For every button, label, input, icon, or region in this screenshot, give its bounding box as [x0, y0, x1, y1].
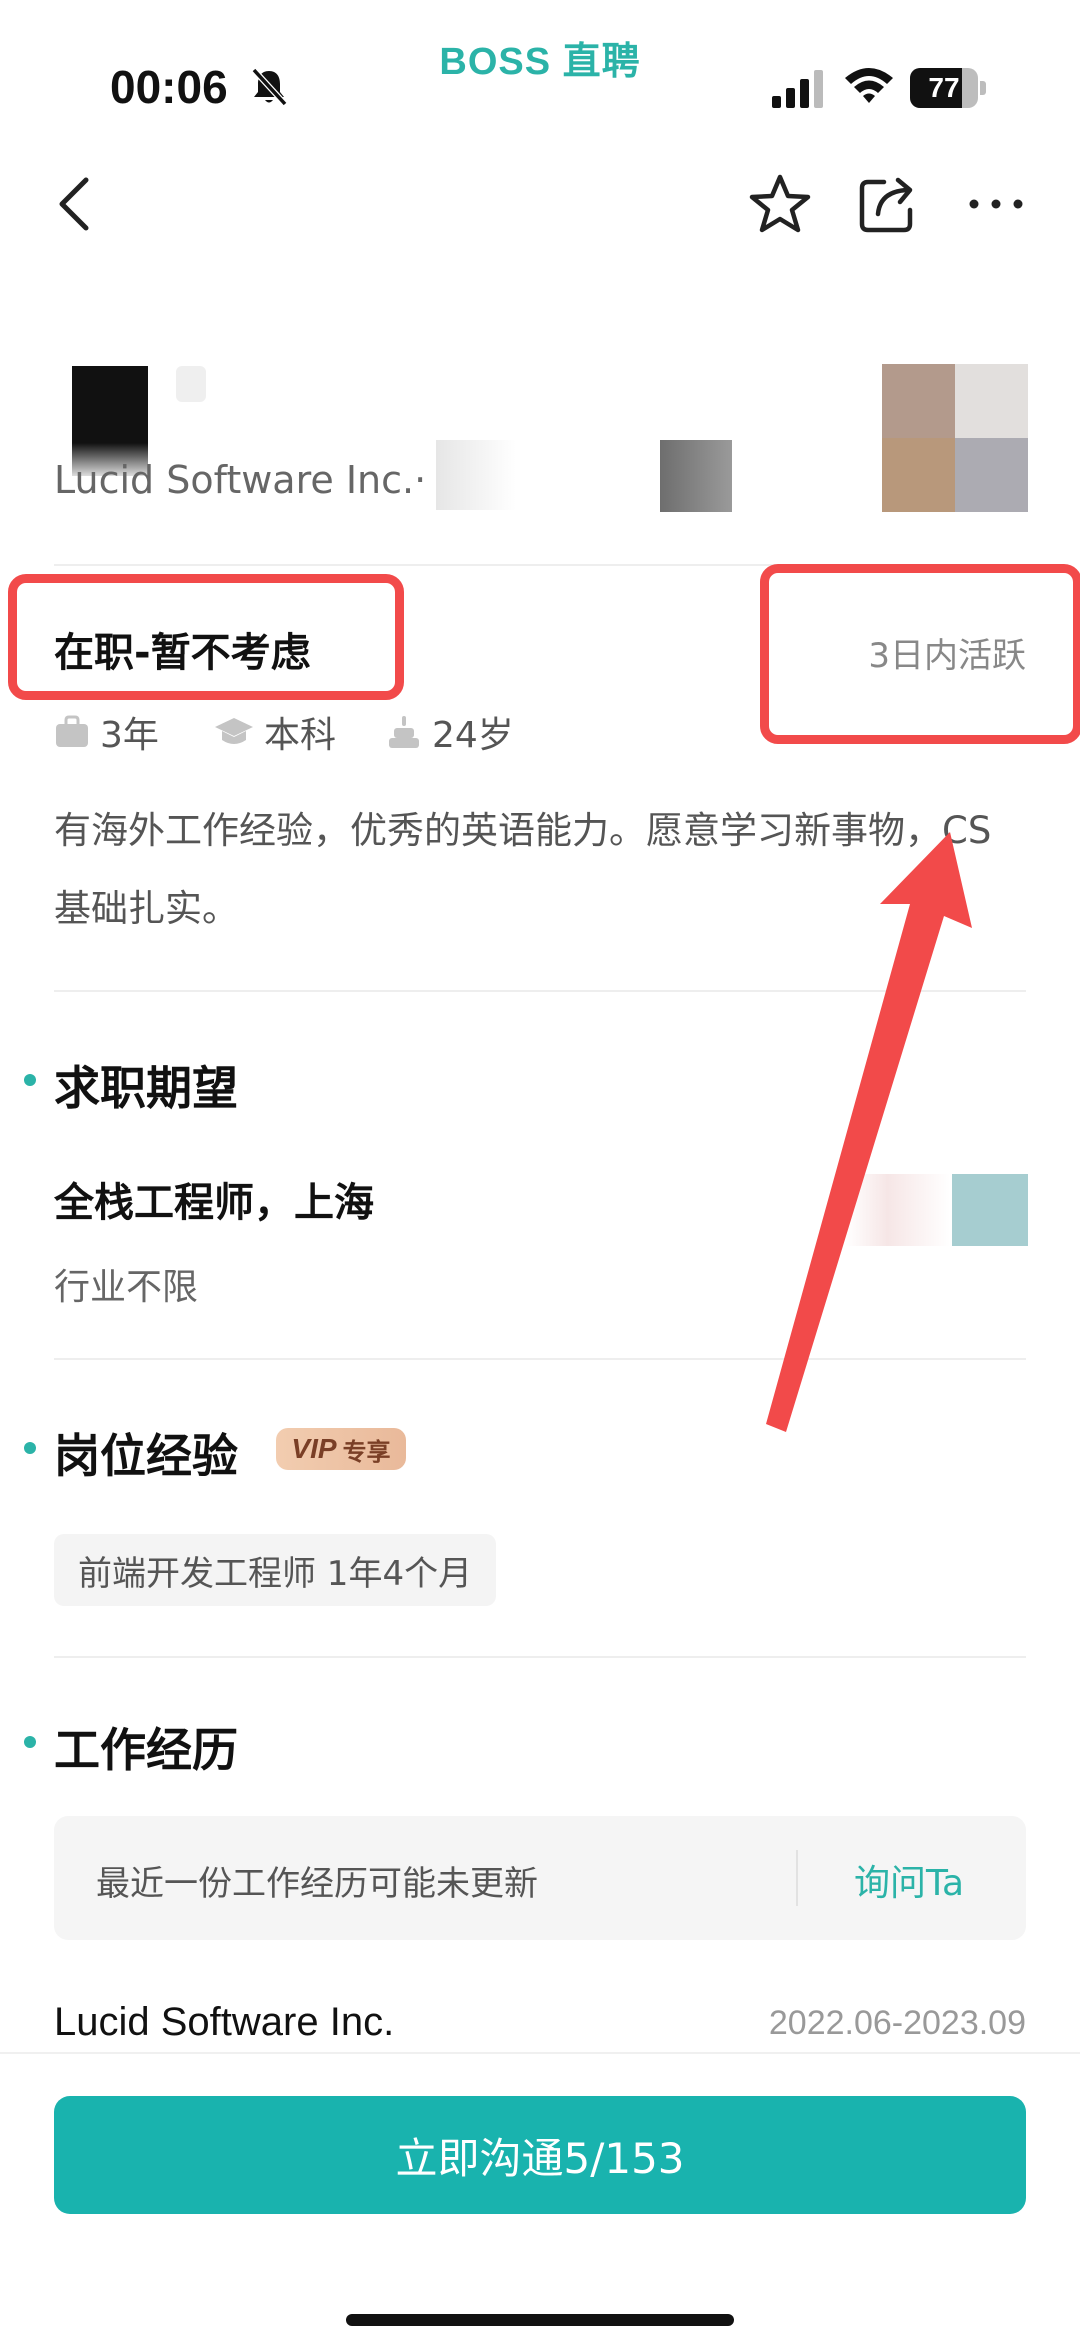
divider	[54, 990, 1026, 992]
star-icon[interactable]	[744, 168, 816, 240]
vip-label: VIP	[291, 1433, 337, 1464]
vip-exclusive-badge: VIP 专享	[276, 1428, 406, 1470]
company-line: Lucid Software Inc.·	[54, 458, 427, 502]
section-title-position-experience: 岗位经验	[54, 1429, 238, 1483]
annotation-box-job-status	[8, 574, 404, 700]
work-history-notice: 最近一份工作经历可能未更新 询问Ta	[54, 1816, 1026, 1940]
experience-years: 3年	[100, 715, 159, 756]
bell-muted-icon	[251, 67, 288, 107]
redacted-blur	[176, 366, 206, 402]
redacted-salary	[846, 1174, 950, 1246]
divider	[54, 1656, 1026, 1658]
redacted-company-suffix	[436, 440, 516, 510]
section-title-work-history: 工作经历	[54, 1723, 238, 1777]
bottom-action-bar: 立即沟通5/153	[0, 2052, 1080, 2348]
annotation-box-activity	[760, 564, 1080, 744]
share-icon[interactable]	[852, 168, 924, 240]
meta-experience: 3年	[54, 706, 159, 758]
position-experience-chip: 前端开发工程师 1年4个月	[54, 1534, 497, 1606]
battery-percent: 77	[928, 72, 960, 103]
expected-position-city[interactable]: 全栈工程师，上海	[54, 1170, 374, 1228]
meta-age: 24岁	[386, 706, 514, 758]
ask-ta-link[interactable]: 询问Ta	[854, 1854, 964, 1906]
section-bullet	[24, 1074, 36, 1086]
redacted-salary-block	[952, 1174, 1028, 1246]
back-icon[interactable]	[40, 168, 112, 240]
notice-separator	[796, 1850, 798, 1906]
avatar[interactable]	[882, 364, 1028, 512]
battery-icon: 77	[910, 68, 986, 108]
more-icon[interactable]	[960, 168, 1032, 240]
wifi-icon	[845, 68, 893, 103]
chat-now-button[interactable]: 立即沟通5/153	[54, 2096, 1026, 2214]
section-title-job-expectation: 求职期望	[54, 1061, 238, 1115]
section-bullet	[24, 1442, 36, 1454]
age: 24岁	[432, 715, 514, 756]
briefcase-icon	[56, 715, 88, 747]
cellular-signal-icon	[772, 70, 823, 108]
work-company[interactable]: Lucid Software Inc.	[54, 2000, 394, 2045]
redacted-tag	[660, 440, 732, 512]
meta-education: 本科	[214, 706, 336, 758]
education-level: 本科	[264, 715, 337, 756]
home-indicator[interactable]	[346, 2314, 734, 2326]
status-time: 00:06	[110, 61, 228, 113]
work-dates: 2022.06-2023.09	[768, 2004, 1026, 2042]
divider	[54, 1358, 1026, 1360]
vip-suffix: 专享	[342, 1438, 391, 1466]
section-bullet	[24, 1736, 36, 1748]
cake-icon	[389, 716, 419, 748]
graduation-cap-icon	[215, 718, 253, 744]
candidate-summary: 有海外工作经验，优秀的英语能力。愿意学习新事物，CS基础扎实。	[54, 809, 992, 930]
expected-industry: 行业不限	[54, 1267, 199, 1308]
notice-text: 最近一份工作经历可能未更新	[96, 1864, 538, 1904]
